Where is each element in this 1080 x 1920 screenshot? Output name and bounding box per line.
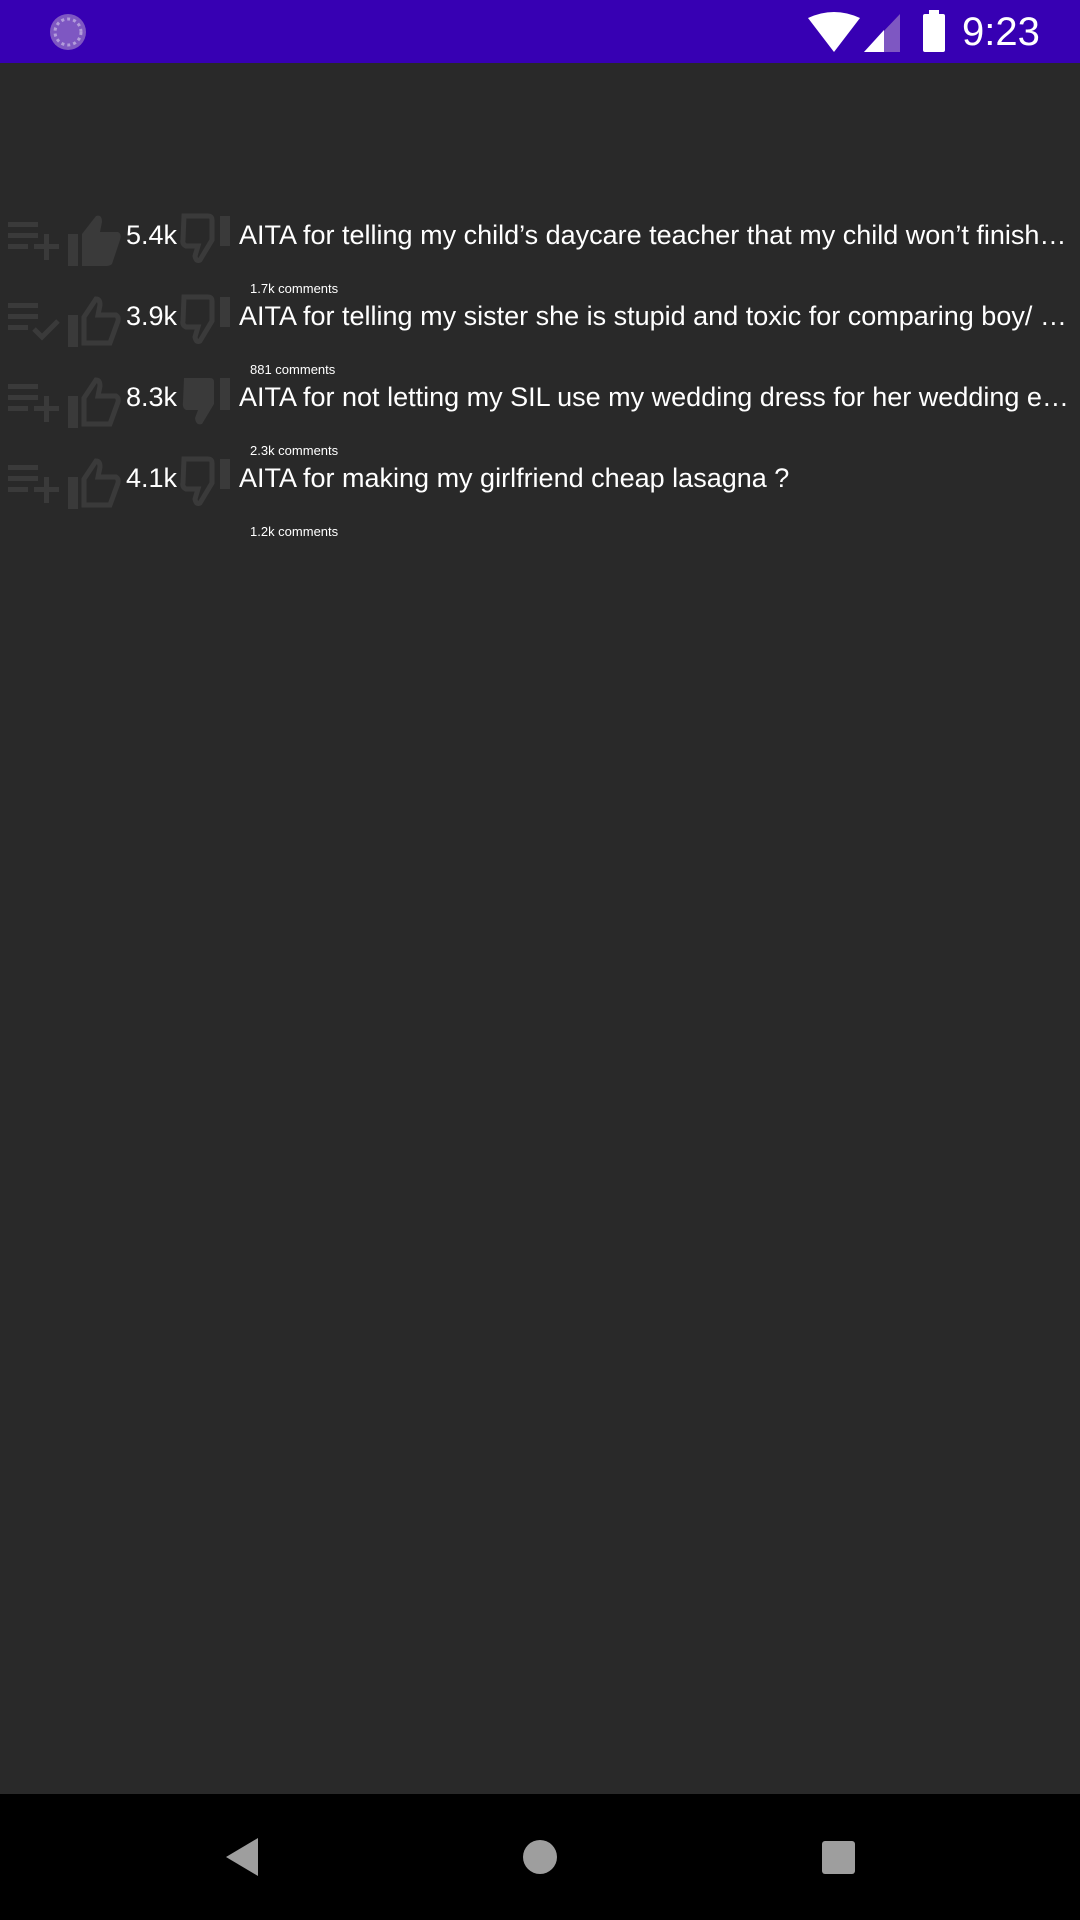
status-time: 9:23 [962, 10, 1040, 54]
thumb-up-outline-icon[interactable] [64, 291, 124, 353]
post-row[interactable]: 8.3k AITA for not letting my SIL use my … [0, 362, 1080, 458]
row-action-icons [0, 453, 240, 517]
thumb-down-outline-icon[interactable] [180, 453, 240, 515]
playlist-add-icon[interactable] [4, 453, 66, 515]
playlist-add-check-icon[interactable] [4, 291, 66, 353]
thumb-down-filled-icon[interactable] [180, 372, 240, 434]
battery-icon [923, 10, 945, 52]
post-title[interactable]: AITA for telling my child’s daycare teac… [239, 218, 1072, 252]
thumb-up-outline-icon[interactable] [64, 453, 124, 515]
wifi-icon [808, 12, 860, 52]
navigation-bar [0, 1794, 1080, 1920]
recents-icon[interactable] [816, 1832, 862, 1882]
post-row[interactable]: 5.4k AITA for telling my child’s daycare… [0, 200, 1080, 296]
status-bar: 9:23 [0, 0, 1080, 63]
post-score: 8.3k [126, 382, 178, 412]
row-action-icons [0, 210, 240, 274]
post-score: 4.1k [126, 463, 178, 493]
playlist-add-icon[interactable] [4, 210, 66, 272]
thumb-down-outline-icon[interactable] [180, 291, 240, 353]
thumb-up-outline-icon[interactable] [64, 372, 124, 434]
post-row[interactable]: 4.1k AITA for making my girlfriend cheap… [0, 443, 1080, 539]
row-action-icons [0, 291, 240, 355]
thumb-up-filled-icon[interactable] [64, 210, 124, 272]
post-title[interactable]: AITA for not letting my SIL use my weddi… [239, 380, 1072, 414]
post-comments[interactable]: 1.2k comments [250, 524, 338, 540]
back-icon[interactable] [218, 1832, 268, 1882]
home-icon[interactable] [516, 1832, 564, 1882]
post-score: 5.4k [126, 220, 178, 250]
cellular-signal-icon [864, 14, 900, 52]
post-title[interactable]: AITA for telling my sister she is stupid… [239, 299, 1072, 333]
loading-spinner-icon [50, 14, 86, 50]
row-action-icons [0, 372, 240, 436]
playlist-add-icon[interactable] [4, 372, 66, 434]
post-score: 3.9k [126, 301, 178, 331]
thumb-down-outline-icon[interactable] [180, 210, 240, 272]
post-title[interactable]: AITA for making my girlfriend cheap lasa… [239, 461, 1072, 495]
post-row[interactable]: 3.9k AITA for telling my sister she is s… [0, 281, 1080, 377]
